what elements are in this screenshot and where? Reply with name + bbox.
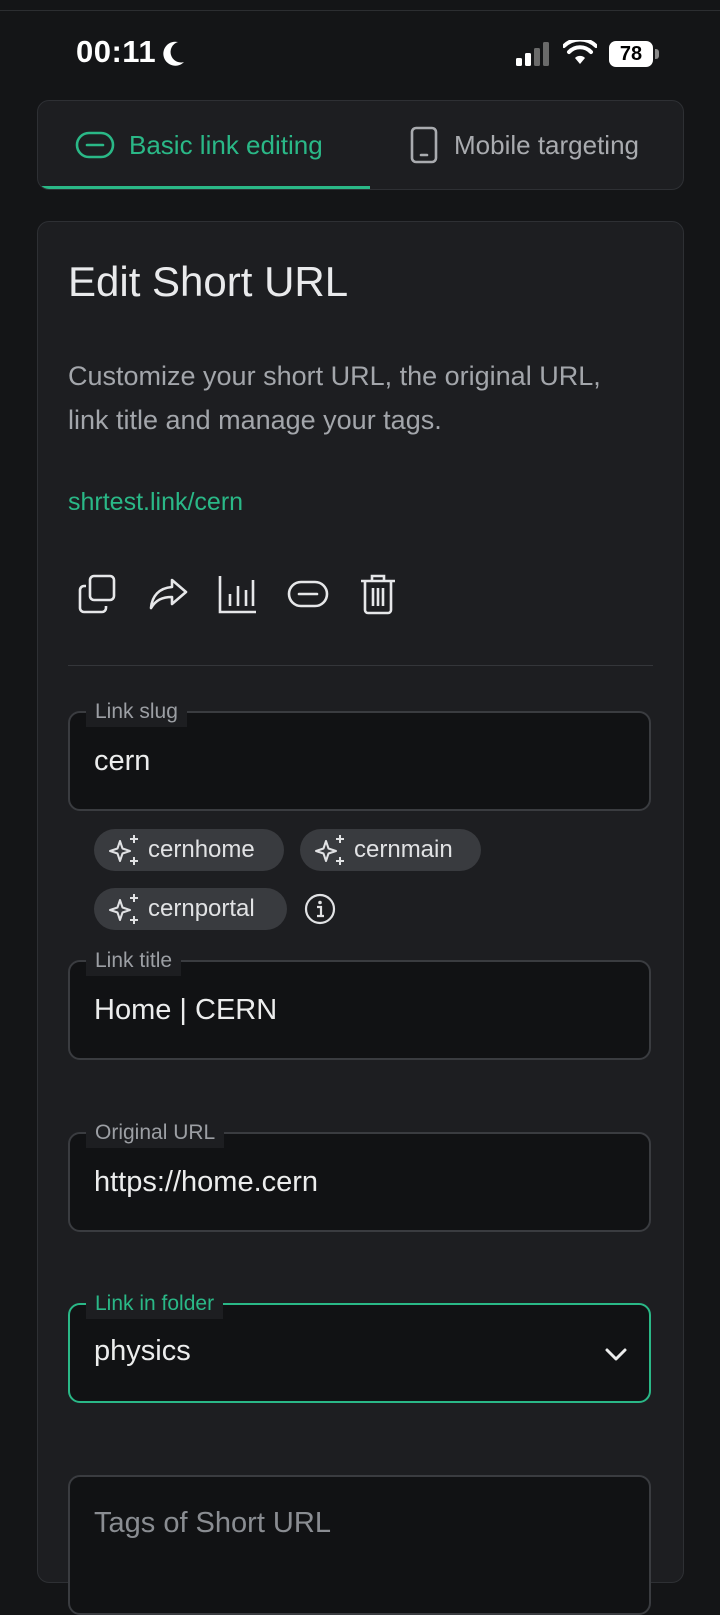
tab-basic-link-editing[interactable]: Basic link editing <box>38 101 370 189</box>
link-title-label: Link title <box>86 946 182 976</box>
original-url-input[interactable] <box>94 1160 614 1204</box>
link-title-input[interactable] <box>94 988 614 1032</box>
link-slug-label: Link slug <box>86 697 187 727</box>
moon-icon <box>163 41 184 66</box>
battery-tip <box>655 49 659 59</box>
status-time: 00:11 <box>76 34 157 69</box>
status-bar: 00:11 78 <box>0 30 720 78</box>
copy-icon[interactable] <box>76 572 120 616</box>
stats-icon[interactable] <box>216 572 260 616</box>
tags-placeholder: Tags of Short URL <box>94 1507 331 1539</box>
link-title-field: Link title <box>68 946 651 1060</box>
folder-select[interactable]: Link in folder physics <box>68 1289 651 1403</box>
original-url-field: Original URL <box>68 1118 651 1232</box>
share-icon[interactable] <box>146 572 190 616</box>
info-icon[interactable] <box>304 893 336 925</box>
section-divider <box>68 665 653 666</box>
tags-field[interactable]: Tags of Short URL <box>68 1475 651 1615</box>
wifi-icon <box>563 40 597 64</box>
link-icon[interactable] <box>286 572 330 616</box>
chevron-down-icon <box>605 1348 627 1361</box>
suggestion-label: cernmain <box>354 836 453 863</box>
suggestion-label: cernportal <box>148 895 255 922</box>
link-slug-input[interactable] <box>94 739 614 783</box>
signal-icon <box>516 42 549 66</box>
tab-label: Basic link editing <box>129 129 323 160</box>
tab-mobile-targeting[interactable]: Mobile targeting <box>370 101 683 189</box>
tab-label: Mobile targeting <box>454 129 639 160</box>
slug-suggestion-chip[interactable]: cernportal <box>94 888 287 930</box>
original-url-label: Original URL <box>86 1118 225 1148</box>
page-title: Edit Short URL <box>68 258 349 305</box>
link-slug-field: Link slug <box>68 697 651 811</box>
short-url-link[interactable]: shrtest.link/cern <box>68 488 243 517</box>
phone-icon <box>410 126 438 164</box>
folder-label: Link in folder <box>86 1289 224 1319</box>
sparkle-icon <box>315 835 344 865</box>
slug-suggestion-chip[interactable]: cernhome <box>94 829 284 871</box>
sparkle-icon <box>109 894 138 924</box>
edit-tabs: Basic link editing Mobile targeting <box>37 100 684 190</box>
folder-selected-value: physics <box>94 1335 191 1367</box>
link-icon <box>75 131 115 159</box>
active-tab-indicator <box>38 186 370 189</box>
sparkle-icon <box>109 835 138 865</box>
delete-icon[interactable] <box>356 572 400 616</box>
page-description: Customize your short URL, the original U… <box>68 361 601 435</box>
battery-indicator: 78 <box>609 41 653 67</box>
edit-short-url-card: Edit Short URL Customize your short URL,… <box>37 221 684 1615</box>
top-divider <box>0 10 720 11</box>
slug-suggestion-chip[interactable]: cernmain <box>300 829 481 871</box>
suggestion-label: cernhome <box>148 836 255 863</box>
